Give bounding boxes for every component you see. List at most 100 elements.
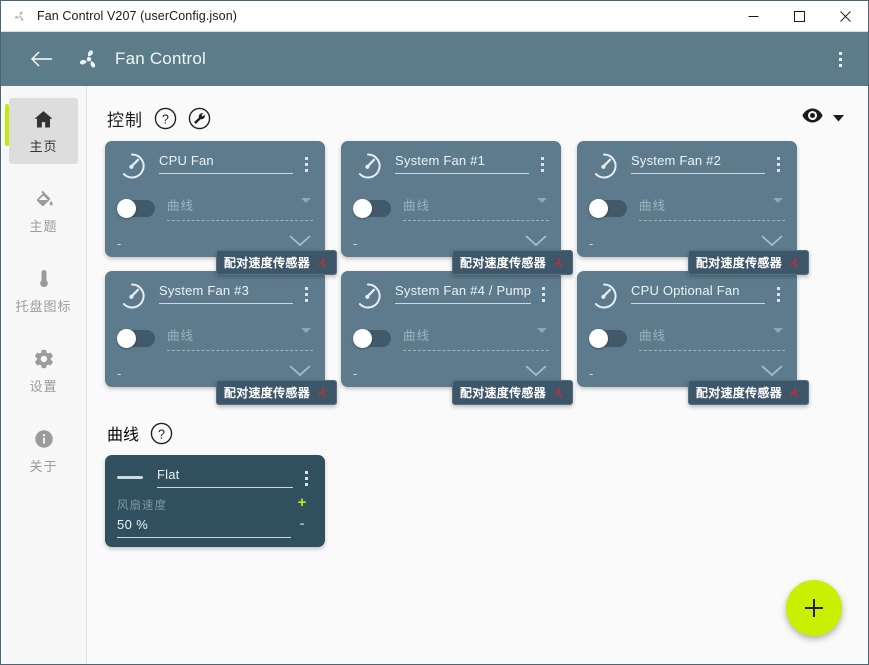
sidebar-item-home[interactable]: 主页 <box>9 98 78 164</box>
kebab-menu-icon[interactable] <box>826 42 854 76</box>
sidebar-item-tray-icon[interactable]: 托盘图标 <box>9 258 78 324</box>
fan-card-kebab-icon[interactable] <box>299 153 313 172</box>
toggle-knob <box>353 329 372 348</box>
close-button[interactable] <box>822 1 868 32</box>
fan-name[interactable]: System Fan #4 / Pump <box>395 283 531 304</box>
fan-name-field[interactable]: CPU Optional Fan <box>631 283 765 304</box>
red-fan-icon <box>315 386 329 400</box>
fan-card-header: System Fan #2 <box>589 153 785 181</box>
help-circle-icon[interactable]: ? <box>153 107 177 131</box>
sidebar-item-home-label: 主页 <box>29 136 57 155</box>
gauge-icon <box>353 151 383 181</box>
fan-card-kebab-icon[interactable] <box>299 283 313 302</box>
pair-speed-sensor-label: 配对速度传感器 <box>224 384 310 401</box>
pair-speed-sensor-badge[interactable]: 配对速度传感器 <box>688 380 809 405</box>
fan-card[interactable]: System Fan #1 曲线 - <box>341 141 561 257</box>
pair-speed-sensor-label: 配对速度传感器 <box>460 254 546 271</box>
fan-name[interactable]: System Fan #1 <box>395 153 529 174</box>
fan-card-kebab-icon[interactable] <box>771 153 785 172</box>
back-arrow-icon[interactable] <box>27 44 57 74</box>
fan-speed-field[interactable]: 风扇速度 50 % <box>117 497 291 538</box>
fan-name-field[interactable]: System Fan #4 / Pump <box>395 283 531 304</box>
minimize-button[interactable] <box>730 1 776 32</box>
fan-icon <box>11 7 29 25</box>
curve-select-underline <box>167 220 313 221</box>
fan-name-field[interactable]: System Fan #1 <box>395 153 529 174</box>
curve-select[interactable]: 曲线 <box>167 195 313 221</box>
fan-card[interactable]: CPU Optional Fan 曲线 - <box>577 271 797 387</box>
fan-name[interactable]: System Fan #3 <box>159 283 293 304</box>
gauge-icon <box>589 151 619 181</box>
eye-icon[interactable] <box>802 108 823 128</box>
red-fan-icon <box>551 386 565 400</box>
fan-card-kebab-icon[interactable] <box>771 283 785 302</box>
plus-icon <box>803 597 825 619</box>
fan-card-kebab-icon[interactable] <box>535 153 549 172</box>
fan-card[interactable]: System Fan #3 曲线 - <box>105 271 325 387</box>
fan-name[interactable]: System Fan #2 <box>631 153 765 174</box>
fan-card[interactable]: CPU Fan 曲线 - <box>105 141 325 257</box>
fan-enable-toggle[interactable] <box>589 330 627 347</box>
pair-speed-sensor-label: 配对速度传感器 <box>460 384 546 401</box>
fan-name-field[interactable]: System Fan #3 <box>159 283 293 304</box>
pair-speed-sensor-badge[interactable]: 配对速度传感器 <box>452 380 573 405</box>
gauge-icon <box>117 151 147 181</box>
curve-select-underline <box>403 350 549 351</box>
fan-enable-toggle[interactable] <box>353 330 391 347</box>
fan-card-controls: 曲线 <box>589 325 785 351</box>
curve-card-kebab-icon[interactable] <box>299 467 313 486</box>
help-circle-icon[interactable]: ? <box>149 421 173 445</box>
fan-card-kebab-icon[interactable] <box>537 283 549 302</box>
fan-speed-input[interactable]: 50 % <box>117 517 291 538</box>
fan-name-field[interactable]: CPU Fan <box>159 153 293 174</box>
pair-speed-sensor-badge[interactable]: 配对速度传感器 <box>452 250 573 275</box>
maximize-button[interactable] <box>776 1 822 32</box>
curve-name[interactable]: Flat <box>157 467 293 488</box>
fan-enable-toggle[interactable] <box>589 200 627 217</box>
sidebar-item-theme[interactable]: 主题 <box>9 178 78 244</box>
curve-select[interactable]: 曲线 <box>403 325 549 351</box>
fan-name[interactable]: CPU Fan <box>159 153 293 174</box>
sidebar-item-settings[interactable]: 设置 <box>9 338 78 404</box>
curve-name-field[interactable]: Flat <box>157 467 293 488</box>
fan-speed-value: - <box>353 366 357 381</box>
decrement-button[interactable]: - <box>300 519 305 529</box>
pair-speed-sensor-badge[interactable]: 配对速度传感器 <box>688 250 809 275</box>
increment-button[interactable]: + <box>298 498 307 508</box>
window-title: Fan Control V207 (userConfig.json) <box>37 9 237 23</box>
curve-select[interactable]: 曲线 <box>639 325 785 351</box>
fan-name[interactable]: CPU Optional Fan <box>631 283 765 304</box>
curve-select-underline <box>639 220 785 221</box>
svg-text:?: ? <box>158 427 165 441</box>
home-icon <box>32 107 55 131</box>
fan-enable-toggle[interactable] <box>117 200 155 217</box>
sidebar-item-about[interactable]: 关于 <box>9 418 78 484</box>
fan-speed-value: - <box>353 236 357 251</box>
pair-speed-sensor-badge[interactable]: 配对速度传感器 <box>216 380 337 405</box>
pair-speed-sensor-badge[interactable]: 配对速度传感器 <box>216 250 337 275</box>
add-button[interactable] <box>786 580 842 636</box>
visibility-menu[interactable] <box>802 108 844 128</box>
curve-card-header: Flat <box>117 467 313 488</box>
curve-select[interactable]: 曲线 <box>639 195 785 221</box>
curve-select[interactable]: 曲线 <box>403 195 549 221</box>
fan-card[interactable]: System Fan #2 曲线 - <box>577 141 797 257</box>
fan-card-controls: 曲线 <box>353 195 549 221</box>
controls-section-header: 控制 ? <box>107 106 850 131</box>
fan-enable-toggle[interactable] <box>353 200 391 217</box>
info-icon <box>33 427 55 451</box>
fan-card-controls: 曲线 <box>353 325 549 351</box>
chevron-down-icon[interactable] <box>833 109 844 127</box>
curve-card[interactable]: Flat 风扇速度 50 % + - <box>105 455 325 547</box>
app-bar: Fan Control <box>1 32 868 86</box>
wrench-circle-icon[interactable] <box>187 107 211 131</box>
curve-select[interactable]: 曲线 <box>167 325 313 351</box>
fan-card[interactable]: System Fan #4 / Pump 曲线 - <box>341 271 561 387</box>
pair-speed-sensor-label: 配对速度传感器 <box>696 254 782 271</box>
toggle-knob <box>117 329 136 348</box>
caret-down-icon <box>301 328 311 333</box>
fan-enable-toggle[interactable] <box>117 330 155 347</box>
caret-down-icon <box>537 328 547 333</box>
fan-name-field[interactable]: System Fan #2 <box>631 153 765 174</box>
fan-speed-value: - <box>589 236 593 251</box>
